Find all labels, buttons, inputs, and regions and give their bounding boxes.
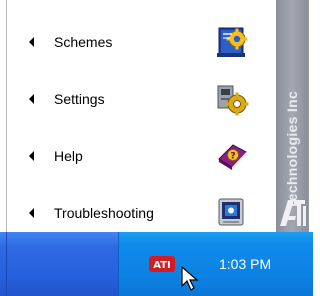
svg-text:ATI: ATI (153, 260, 171, 271)
schemes-icon (217, 27, 248, 57)
banner-company-text: Technologies Inc (284, 90, 300, 210)
menu-item-settings[interactable]: Settings (14, 74, 282, 124)
page-edge-line (6, 0, 7, 232)
troubleshooting-icon (218, 198, 244, 226)
menu-item-label: Troubleshooting (54, 205, 154, 221)
clock[interactable]: 1:03 PM (219, 256, 271, 272)
system-tray: ATI 1:03 PM (118, 232, 313, 296)
taskbar-separator (6, 232, 7, 296)
taskbar: ATI 1:03 PM (0, 232, 313, 296)
mouse-pointer-icon (181, 266, 199, 291)
svg-text:?: ? (230, 152, 235, 162)
menu-item-troubleshooting[interactable]: Troubleshooting (14, 188, 282, 238)
context-menu: Schemes Settings Help ? Troubleshooting … (14, 0, 309, 232)
taskbar-button-area[interactable] (0, 232, 118, 296)
menu-item-schemes[interactable]: Schemes (14, 17, 282, 67)
menu-item-label: Help (54, 148, 83, 164)
ati-logo-icon (280, 200, 306, 226)
menu-item-help[interactable]: Help ? (14, 131, 282, 181)
submenu-arrow-icon (29, 94, 34, 104)
menu-item-label: Settings (54, 91, 105, 107)
help-book-icon: ? (218, 144, 247, 170)
settings-icon (217, 85, 249, 116)
submenu-arrow-icon (29, 208, 34, 218)
menu-item-label: Schemes (54, 34, 113, 50)
vendor-banner: Technologies Inc (276, 0, 308, 232)
ati-tray-icon[interactable]: ATI (149, 256, 175, 272)
submenu-arrow-icon (29, 151, 34, 161)
submenu-arrow-icon (29, 37, 34, 47)
